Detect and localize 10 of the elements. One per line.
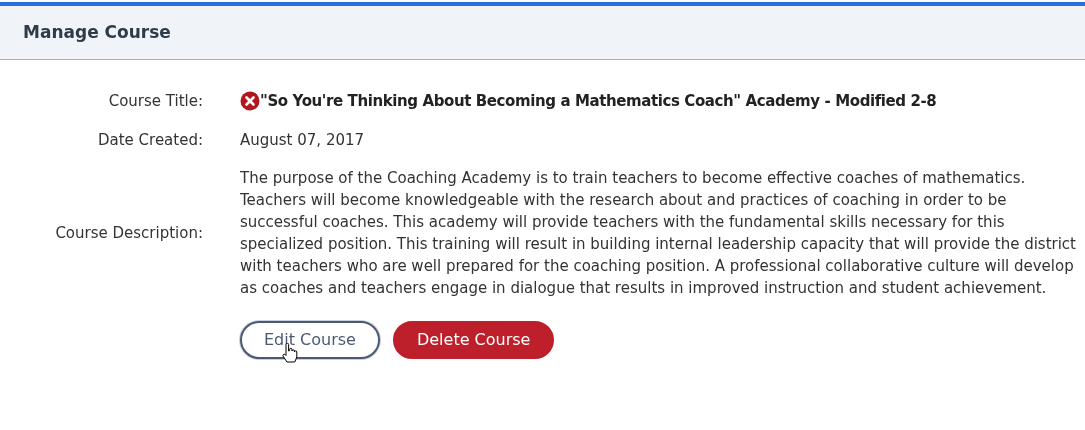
field-label: Date Created:: [96, 129, 203, 151]
field-value: The purpose of the Coaching Academy is to train teachers to become effective coaches of mathematics. Teachers will become knowledgeable with the research about and practices of coaching in order to be successful coaches. This academy will provide teachers with the fundamental skills necessary for this specialized position. This training will result in building internal leadership capacity that will provide the district with teachers who are well prepared for the coaching position. A professional collaborative culture will develop as coaches and teachers engage in dialogue that results in improved instruction and student achievement.: [240, 168, 1077, 299]
delete-button[interactable]: Delete Course: [392, 321, 555, 359]
edit-button[interactable]: Edit Course: [240, 321, 380, 359]
page-title: Manage Course: [23, 20, 171, 44]
pointer-cursor-icon: [282, 343, 298, 363]
field-value: August 07, 2017: [240, 129, 365, 151]
course-title: "So You're Thinking About Becoming a Mathematics Coach" Academy - Modified 2-8: [260, 91, 937, 112]
field-label: Course Description:: [54, 222, 203, 244]
field-label: Course Title:: [107, 91, 203, 112]
